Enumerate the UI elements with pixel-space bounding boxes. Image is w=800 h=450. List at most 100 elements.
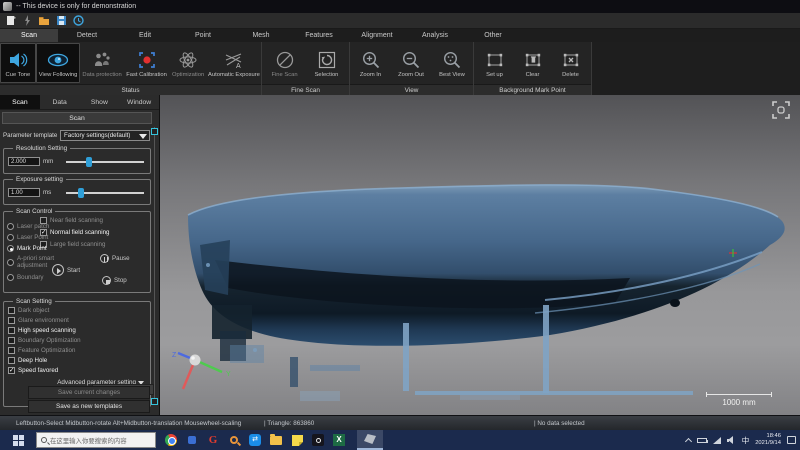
app-blue-icon[interactable]	[185, 432, 199, 448]
boundary-radio[interactable]: Boundary	[7, 274, 44, 281]
menu-tab-other[interactable]: Other	[464, 29, 522, 42]
near-field-checkbox[interactable]: Near field scanning	[40, 217, 103, 224]
scroll-up-handle[interactable]	[151, 128, 158, 135]
fast-calibration-button[interactable]: Fast Calibration	[124, 43, 169, 83]
ribbon-group-fine-scan: Fine Scan Selection Fine Scan	[262, 42, 350, 95]
g-app-icon[interactable]: G	[206, 432, 220, 448]
network-icon[interactable]	[713, 437, 721, 444]
action-center-icon[interactable]	[787, 436, 796, 444]
resolution-slider[interactable]	[66, 160, 144, 164]
search-icon	[41, 437, 47, 443]
sidebar-tab-scan[interactable]: Scan	[0, 95, 40, 109]
sidebar-tab-window[interactable]: Window	[119, 95, 159, 109]
chevron-down-icon	[139, 134, 147, 139]
menu-tab-features[interactable]: Features	[290, 29, 348, 42]
menu-tab-alignment[interactable]: Alignment	[348, 29, 406, 42]
sidebar-tab-data[interactable]: Data	[40, 95, 80, 109]
setup-button[interactable]: Set up	[476, 43, 514, 83]
start-button[interactable]: Start	[52, 264, 80, 276]
zoom-out-button[interactable]: Zoom Out	[391, 43, 432, 83]
cue-tone-button[interactable]: Cue Tone	[0, 43, 36, 83]
calibration-target-icon	[137, 49, 157, 71]
open-folder-icon[interactable]	[38, 15, 50, 27]
start-button[interactable]	[0, 430, 36, 450]
view-following-button[interactable]: View Following	[36, 43, 81, 83]
speed-favored-checkbox[interactable]: ✓Speed favored	[8, 367, 58, 374]
glare-environment-checkbox[interactable]: Glare environment	[8, 317, 69, 324]
stop-button[interactable]: Stop	[102, 276, 127, 285]
slider-thumb[interactable]	[78, 188, 84, 198]
teamviewer-icon[interactable]: ⇄	[248, 432, 262, 448]
slashed-circle-icon	[275, 49, 295, 71]
app-window: -- This device is only for demonstration…	[0, 0, 800, 450]
fullscreen-icon[interactable]	[772, 101, 790, 119]
parameter-template-dropdown[interactable]: Factory settings(default)	[60, 130, 150, 141]
mark-point-radio[interactable]: Mark Point	[7, 245, 47, 252]
file-explorer-icon[interactable]	[269, 432, 283, 448]
axis-y-label: Y	[226, 371, 231, 378]
history-icon[interactable]	[72, 15, 84, 27]
feature-optimization-checkbox[interactable]: Feature Optimization	[8, 347, 75, 354]
exposure-slider[interactable]	[66, 191, 144, 195]
data-protection-button[interactable]: Data protection	[80, 43, 123, 83]
save-as-new-templates-button[interactable]: Save as new templates	[28, 400, 150, 413]
selection-button[interactable]: Selection	[306, 43, 348, 83]
sidebar-tab-show[interactable]: Show	[80, 95, 120, 109]
laser-patch-radio[interactable]: Laser patch	[7, 223, 49, 230]
save-current-changes-button[interactable]: Save current changes	[28, 386, 150, 399]
high-speed-checkbox[interactable]: High speed scanning	[8, 327, 76, 334]
hidden-icons-chevron[interactable]	[685, 437, 692, 444]
eye-icon	[47, 49, 69, 71]
atom-icon	[178, 49, 198, 71]
clear-button[interactable]: Clear	[514, 43, 552, 83]
zoom-in-button[interactable]: Zoom In	[351, 43, 391, 83]
optimization-button[interactable]: Optimization	[169, 43, 207, 83]
menu-tab-edit[interactable]: Edit	[116, 29, 174, 42]
exposure-setting-group: Exposure setting 1.00 ms	[3, 179, 151, 205]
scroll-down-handle[interactable]	[151, 398, 158, 405]
deep-hole-checkbox[interactable]: Deep Hole	[8, 357, 47, 364]
excel-icon[interactable]: X	[332, 432, 346, 448]
ribbon-group-label: View	[350, 84, 473, 95]
resolution-input[interactable]: 2.000	[8, 157, 40, 166]
menu-tab-point[interactable]: Point	[174, 29, 232, 42]
lightning-icon[interactable]	[21, 15, 33, 27]
ribbon-group-label: Fine Scan	[262, 84, 349, 95]
slider-thumb[interactable]	[86, 157, 92, 167]
save-icon[interactable]	[55, 15, 67, 27]
dark-object-checkbox[interactable]: Dark object	[8, 307, 49, 314]
new-file-icon[interactable]	[4, 15, 16, 27]
menu-tab-analysis[interactable]: Analysis	[406, 29, 464, 42]
3d-viewport[interactable]: Z Y 1000 mm	[160, 95, 800, 415]
delete-button[interactable]: Delete	[552, 43, 590, 83]
people-icon	[92, 49, 112, 71]
search-tool-icon[interactable]	[227, 432, 241, 448]
speaker-icon	[8, 49, 28, 71]
ribbon-group-label: Status	[0, 84, 261, 95]
exposure-input[interactable]: 1.00	[8, 188, 40, 197]
sticky-notes-icon[interactable]	[290, 432, 304, 448]
tray-date: 2021/9/14	[755, 440, 781, 446]
large-field-checkbox[interactable]: Large field scanning	[40, 241, 105, 248]
menu-tab-mesh[interactable]: Mesh	[232, 29, 290, 42]
pause-button[interactable]: Pause	[100, 254, 130, 263]
taskbar-search-input[interactable]: 在这里输入你要搜索的内容	[36, 432, 156, 448]
media-app-icon[interactable]	[311, 432, 325, 448]
chrome-icon[interactable]	[164, 432, 178, 448]
automatic-exposure-button[interactable]: A Automatic Exposure	[207, 43, 261, 83]
menu-tab-bar: Scan Detect Edit Point Mesh Features Ali…	[0, 29, 800, 42]
boundary-optimization-checkbox[interactable]: Boundary Optimization	[8, 337, 81, 344]
menu-tab-detect[interactable]: Detect	[58, 29, 116, 42]
scanner-app-icon	[364, 434, 376, 444]
clock[interactable]: 18:46 2021/9/14	[755, 433, 781, 447]
volume-icon[interactable]	[727, 436, 736, 444]
scanner-app-taskbar-item[interactable]	[357, 430, 383, 450]
best-view-button[interactable]: Best View	[432, 43, 473, 83]
fine-scan-button[interactable]: Fine Scan	[264, 43, 306, 83]
normal-field-checkbox[interactable]: ✓Normal field scanning	[40, 229, 110, 236]
sidebar-scrollbar[interactable]	[154, 127, 155, 405]
menu-tab-scan[interactable]: Scan	[0, 29, 58, 42]
ime-indicator[interactable]: 中	[742, 435, 750, 446]
laser-point-radio[interactable]: Laser Point	[7, 234, 48, 241]
battery-icon[interactable]	[697, 438, 707, 443]
